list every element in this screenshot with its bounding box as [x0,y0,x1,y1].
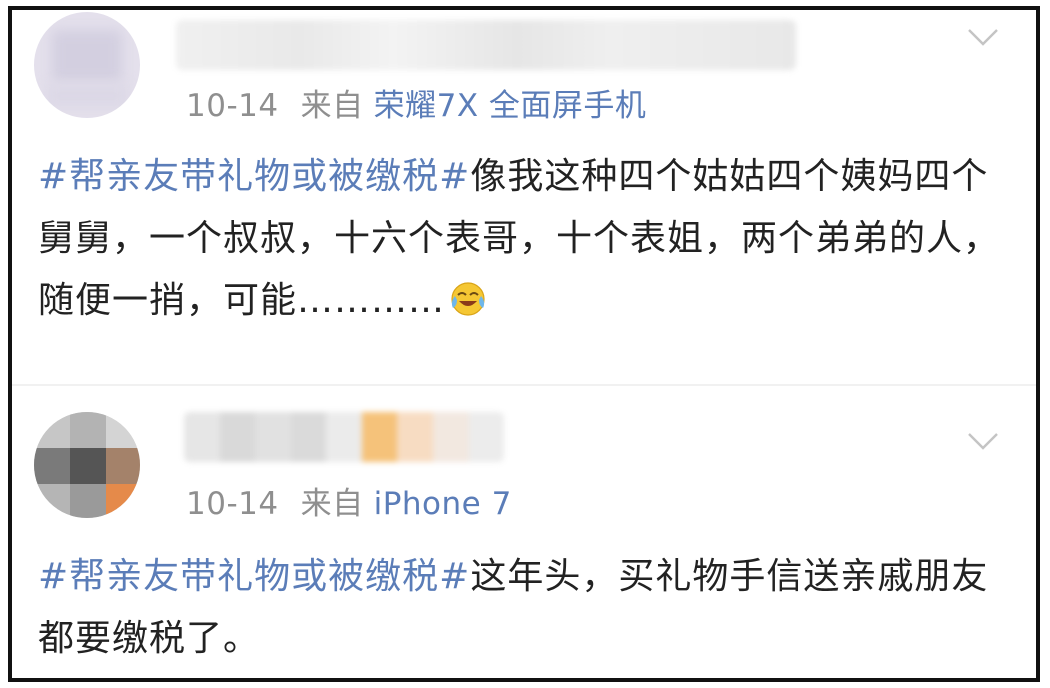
hashtag-link[interactable]: #帮亲友带礼物或被缴税# [38,556,470,597]
hashtag-link[interactable]: #帮亲友带礼物或被缴税# [38,156,470,197]
comment-date: 10-14 [186,486,279,522]
comment-meta: 10-14 来自 荣耀7X 全面屏手机 [186,80,646,125]
avatar-blur [46,84,128,108]
comment-item: 10-14 来自 iPhone 7 #帮亲友带礼物或被缴税#这年头，买礼物手信送亲戚… [12,398,1036,678]
avatar-pixel [70,412,106,448]
blur-block [361,412,398,462]
chevron-down-icon[interactable] [966,20,1000,54]
blur-block [397,412,433,462]
avatar-pixel [34,484,70,518]
avatar[interactable] [34,12,140,118]
blur-block [290,412,327,462]
comment-meta: 10-14 来自 iPhone 7 [186,478,512,523]
blur-block [432,412,469,462]
comment-divider [12,384,1036,386]
avatar-pixel [106,484,140,518]
blur-block [326,412,362,462]
avatar-pixel [70,484,106,518]
blur-block [219,412,256,462]
comment-body: #帮亲友带礼物或被缴税#像我这种四个姑姑四个姨妈四个舅舅，一个叔叔，十六个表哥，… [38,146,1010,332]
source-device[interactable]: 荣耀7X 全面屏手机 [374,88,647,124]
source-device[interactable]: iPhone 7 [374,486,512,522]
avatar-blur [52,30,122,82]
comment-date: 10-14 [186,88,279,124]
blurred-username[interactable] [184,412,504,462]
avatar-pixel [70,448,106,484]
screenshot-frame: 10-14 来自 荣耀7X 全面屏手机 #帮亲友带礼物或被缴税#像我这种四个姑姑四个… [8,6,1040,682]
comment-body: #帮亲友带礼物或被缴税#这年头，买礼物手信送亲戚朋友都要缴税了。 [38,546,1010,670]
source-prefix: 来自 [300,88,364,124]
blur-block [255,412,291,462]
source-prefix: 来自 [300,486,364,522]
avatar-pixel [106,448,140,484]
chevron-down-icon[interactable] [966,424,1000,458]
laughing-crying-emoji-icon [451,282,485,316]
blur-block [468,412,504,462]
blurred-username[interactable] [176,20,796,70]
avatar-pixel [106,412,140,448]
avatar-pixel [34,448,70,484]
blur-block [184,412,220,462]
avatar[interactable] [34,412,140,518]
comment-item: 10-14 来自 荣耀7X 全面屏手机 #帮亲友带礼物或被缴税#像我这种四个姑姑四个… [12,10,1036,370]
avatar-pixel [34,412,70,448]
